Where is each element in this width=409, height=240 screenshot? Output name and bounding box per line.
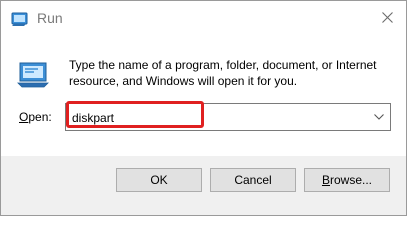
run-app-icon	[16, 57, 50, 89]
open-label-accelerator: O	[19, 110, 29, 124]
chevron-down-icon[interactable]	[372, 110, 386, 124]
open-combobox[interactable]	[65, 103, 391, 131]
cancel-button[interactable]: Cancel	[210, 168, 296, 192]
browse-accelerator: B	[321, 173, 330, 187]
description-text: Type the name of a program, folder, docu…	[69, 58, 377, 88]
run-icon	[11, 11, 29, 27]
browse-button[interactable]: Browse...	[304, 168, 390, 192]
close-button[interactable]	[372, 5, 402, 33]
title-bar: Run	[1, 1, 406, 37]
open-label: Open:	[19, 110, 52, 124]
ok-button[interactable]: OK	[116, 168, 202, 192]
close-icon	[381, 10, 393, 28]
browse-label: rowse...	[330, 173, 373, 187]
run-dialog: Run Type the name of a program, folder, …	[0, 0, 407, 216]
dialog-body: Type the name of a program, folder, docu…	[1, 37, 406, 156]
open-input[interactable]	[72, 110, 352, 126]
open-label-text: pen:	[28, 110, 52, 124]
window-title: Run	[37, 10, 63, 26]
